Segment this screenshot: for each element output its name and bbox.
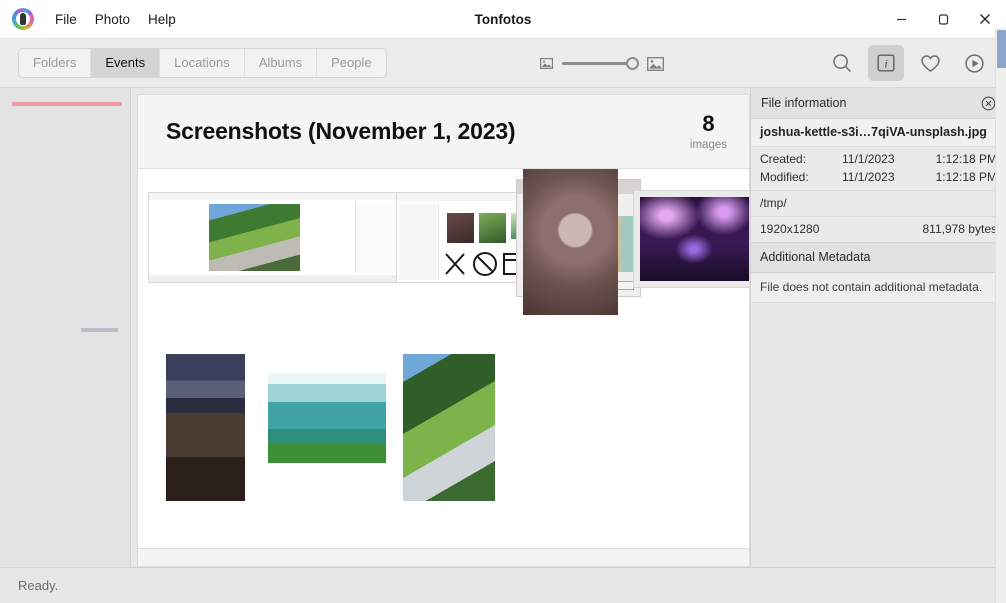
search-button[interactable] xyxy=(824,45,860,81)
info-button[interactable]: i xyxy=(868,45,904,81)
event-header: Screenshots (November 1, 2023) 8 images xyxy=(138,95,749,169)
info-panel-header: File information xyxy=(751,88,1006,119)
menu-bar: File Photo Help xyxy=(46,8,185,31)
tonfotos-window: File Photo Help Tonfotos Folders Events … xyxy=(0,0,1006,603)
thumbnail-grid: Please choose UI theme xyxy=(138,169,749,548)
file-dimensions: 1920x1280 xyxy=(760,222,820,236)
thumbnail-size-control xyxy=(540,39,664,88)
thumbnail-inner-sidebar xyxy=(354,201,395,274)
info-panel-title: File information xyxy=(761,96,847,110)
thumbnail-storm-over-plains[interactable] xyxy=(166,354,245,501)
next-event-strip xyxy=(138,548,749,566)
additional-metadata-header: Additional Metadata xyxy=(751,243,1006,273)
menu-item-file[interactable]: File xyxy=(46,8,86,31)
status-bar: Ready. xyxy=(0,567,1006,603)
window-vertical-scrollbar[interactable] xyxy=(995,28,1006,603)
file-name: joshua-kettle-s3i…7qiVA-unsplash.jpg xyxy=(751,119,1006,147)
minimize-icon xyxy=(896,18,906,20)
slider-knob[interactable] xyxy=(626,56,639,70)
file-size: 811,978 bytes xyxy=(922,222,997,236)
title-bar: File Photo Help Tonfotos xyxy=(0,0,1006,39)
large-image-icon xyxy=(647,56,664,71)
additional-metadata-note: File does not contain additional metadat… xyxy=(751,273,1006,303)
file-path[interactable]: /tmp/ xyxy=(751,191,1006,217)
close-circle-icon xyxy=(981,96,996,110)
heart-icon xyxy=(920,54,940,72)
favorites-button[interactable] xyxy=(912,45,948,81)
file-dimensions-row: 1920x1280 811,978 bytes xyxy=(751,217,1006,243)
thumbnail-inner-photo xyxy=(446,212,474,243)
created-date: 11/1/2023 xyxy=(842,152,895,166)
maximize-icon xyxy=(938,13,948,25)
main-toolbar: Folders Events Locations Albums People i xyxy=(0,39,1006,88)
tab-people[interactable]: People xyxy=(317,49,385,77)
thumbnail-inner-photo xyxy=(209,203,300,272)
tonfotos-logo-icon xyxy=(12,8,34,30)
thumbnail-underwater-diver[interactable] xyxy=(268,373,386,463)
menu-item-photo[interactable]: Photo xyxy=(86,8,139,31)
tab-events[interactable]: Events xyxy=(91,49,161,77)
event-image-count: 8 images xyxy=(689,110,727,152)
tab-albums[interactable]: Albums xyxy=(245,49,318,77)
other-event-marker[interactable] xyxy=(81,328,118,332)
close-button[interactable] xyxy=(964,0,1006,39)
maximize-button[interactable] xyxy=(922,0,964,39)
thumbnail-wall-plate-shadow[interactable] xyxy=(523,169,618,315)
info-icon: i xyxy=(877,54,895,72)
menu-item-help[interactable]: Help xyxy=(139,8,185,31)
created-row: Created: 11/1/2023 1:12:18 PM xyxy=(751,150,1006,168)
main-body: Screenshots (November 1, 2023) 8 images xyxy=(0,88,1006,567)
close-icon xyxy=(980,14,990,24)
thumbnail-gardens-by-the-bay-night[interactable] xyxy=(640,197,749,281)
file-information-panel: File information joshua-kettle-s3i…7qiVA… xyxy=(750,88,1006,567)
current-event-marker[interactable] xyxy=(12,102,122,106)
thumbnail-inner-photo xyxy=(478,212,507,243)
modified-label: Modified: xyxy=(760,170,809,184)
gallery-container: Screenshots (November 1, 2023) 8 images xyxy=(131,88,750,567)
created-label: Created: xyxy=(760,152,807,166)
timeline-rail[interactable] xyxy=(0,88,131,567)
image-count-number: 8 xyxy=(702,110,715,136)
status-text: Ready. xyxy=(18,578,59,593)
thumbnail-arm-in-palm-leaves[interactable] xyxy=(403,354,495,501)
tab-folders[interactable]: Folders xyxy=(19,49,92,77)
search-icon xyxy=(833,54,852,73)
minimize-button[interactable] xyxy=(880,0,922,39)
modified-time: 1:12:18 PM xyxy=(935,170,997,184)
thumbnail-inner-tree xyxy=(399,203,440,281)
thumbnail-tonfotos-viewer-screenshot[interactable] xyxy=(148,192,401,283)
tab-locations[interactable]: Locations xyxy=(160,49,245,77)
svg-text:i: i xyxy=(884,56,887,70)
view-tabs: Folders Events Locations Albums People xyxy=(18,48,387,78)
info-panel-filler xyxy=(751,303,1006,567)
small-image-icon xyxy=(540,58,553,69)
thumbnail-size-slider[interactable] xyxy=(562,56,639,71)
play-icon xyxy=(964,53,984,73)
modified-row: Modified: 11/1/2023 1:12:18 PM xyxy=(751,168,1006,186)
modified-date: 11/1/2023 xyxy=(842,170,895,184)
file-dates-block: Created: 11/1/2023 1:12:18 PM Modified: … xyxy=(751,147,1006,191)
created-time: 1:12:18 PM xyxy=(935,152,997,166)
slideshow-button[interactable] xyxy=(956,45,992,81)
image-count-label: images xyxy=(689,138,727,151)
toolbar-actions: i xyxy=(824,45,992,81)
event-title: Screenshots (November 1, 2023) xyxy=(166,118,516,144)
gallery-panel: Screenshots (November 1, 2023) 8 images xyxy=(137,94,750,567)
window-controls xyxy=(880,0,1006,38)
